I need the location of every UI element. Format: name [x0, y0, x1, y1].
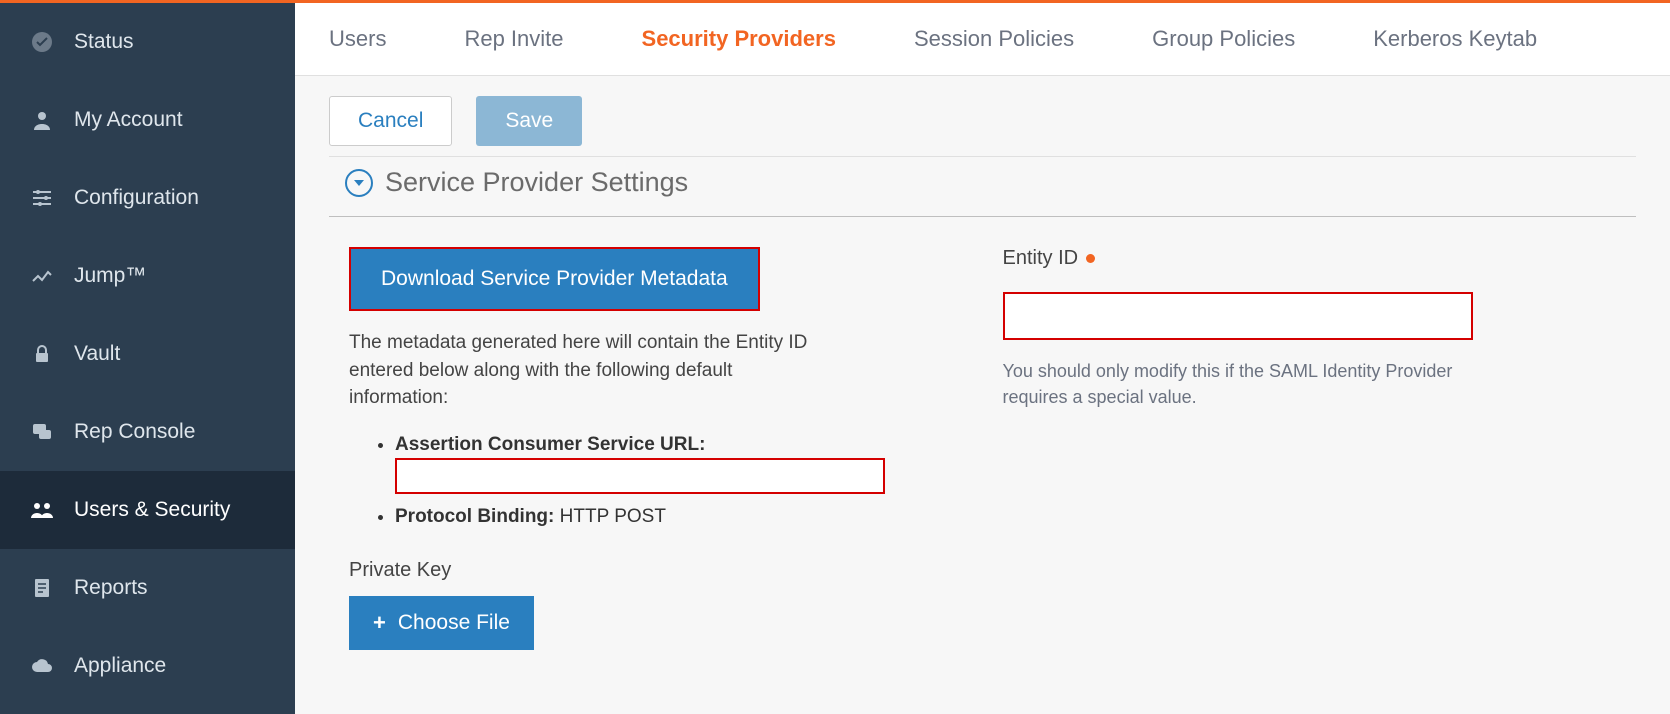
sidebar-item-label: Status — [74, 30, 134, 54]
sidebar-item-label: Reports — [74, 576, 148, 600]
sidebar-item-users-security[interactable]: Users & Security — [0, 471, 295, 549]
lock-icon — [24, 342, 60, 366]
acs-url-label: Assertion Consumer Service URL: — [395, 434, 705, 455]
tab-users[interactable]: Users — [319, 26, 410, 52]
cancel-button[interactable]: Cancel — [329, 96, 452, 146]
choose-file-label: Choose File — [398, 611, 510, 635]
sidebar-item-label: Jump™ — [74, 264, 146, 288]
download-metadata-highlight: Download Service Provider Metadata — [349, 247, 760, 311]
tab-rep-invite[interactable]: Rep Invite — [440, 26, 587, 52]
trend-up-icon — [24, 264, 60, 288]
collapse-toggle-icon[interactable] — [345, 169, 373, 197]
sidebar-item-my-account[interactable]: My Account — [0, 81, 295, 159]
users-icon — [24, 498, 60, 522]
sidebar-item-reports[interactable]: Reports — [0, 549, 295, 627]
required-dot-icon — [1086, 254, 1095, 263]
sidebar-item-status[interactable]: Status — [0, 3, 295, 81]
acs-url-item: Assertion Consumer Service URL: — [395, 432, 963, 495]
panel-service-provider-settings: Service Provider Settings Download Servi… — [329, 156, 1636, 670]
metadata-description: The metadata generated here will contain… — [349, 329, 819, 412]
sidebar-item-label: Users & Security — [74, 498, 230, 522]
sidebar-item-jump[interactable]: Jump™ — [0, 237, 295, 315]
sidebar-item-configuration[interactable]: Configuration — [0, 159, 295, 237]
protocol-binding-item: Protocol Binding: HTTP POST — [395, 504, 963, 531]
entity-id-input[interactable] — [1003, 292, 1473, 340]
sidebar-item-appliance[interactable]: Appliance — [0, 627, 295, 705]
sidebar: Status My Account Configuration Jump™ Va… — [0, 3, 295, 714]
sidebar-item-label: Rep Console — [74, 420, 195, 444]
private-key-label: Private Key — [349, 559, 963, 582]
content: Cancel Save Service Provider Settings Do… — [295, 76, 1670, 714]
download-metadata-button[interactable]: Download Service Provider Metadata — [351, 249, 758, 309]
panel-title: Service Provider Settings — [385, 167, 688, 198]
sidebar-item-label: My Account — [74, 108, 183, 132]
sliders-icon — [24, 186, 60, 210]
choose-file-button[interactable]: + Choose File — [349, 596, 534, 650]
sidebar-item-rep-console[interactable]: Rep Console — [0, 393, 295, 471]
sidebar-item-label: Configuration — [74, 186, 199, 210]
chat-icon — [24, 420, 60, 444]
save-button[interactable]: Save — [476, 96, 582, 146]
protocol-binding-value: HTTP POST — [554, 506, 666, 527]
cloud-icon — [24, 654, 60, 678]
entity-id-label: Entity ID — [1003, 247, 1617, 270]
sidebar-item-vault[interactable]: Vault — [0, 315, 295, 393]
main: Users Rep Invite Security Providers Sess… — [295, 3, 1670, 714]
sidebar-item-label: Vault — [74, 342, 120, 366]
tab-bar: Users Rep Invite Security Providers Sess… — [295, 3, 1670, 76]
document-icon — [24, 576, 60, 600]
tab-group-policies[interactable]: Group Policies — [1128, 26, 1319, 52]
person-icon — [24, 108, 60, 132]
tab-kerberos-keytab[interactable]: Kerberos Keytab — [1349, 26, 1561, 52]
tab-session-policies[interactable]: Session Policies — [890, 26, 1098, 52]
tab-security-providers[interactable]: Security Providers — [618, 26, 860, 52]
check-circle-icon — [24, 30, 60, 54]
sidebar-item-label: Appliance — [74, 654, 166, 678]
entity-id-help: You should only modify this if the SAML … — [1003, 358, 1473, 410]
protocol-binding-label: Protocol Binding: — [395, 506, 554, 527]
plus-icon: + — [373, 610, 386, 636]
acs-url-redacted — [395, 458, 885, 494]
